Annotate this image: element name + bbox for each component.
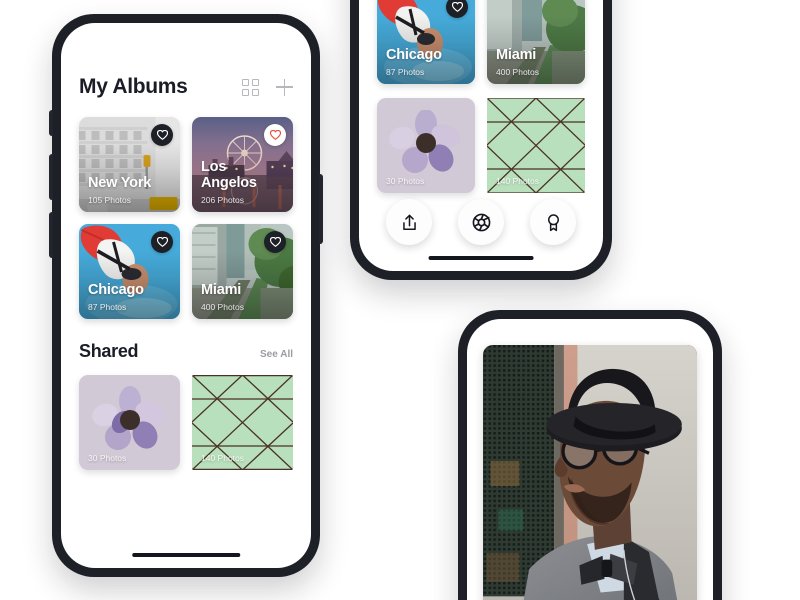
phone-photo-mockup (458, 310, 722, 600)
shared-photo-count: 30 Photos (88, 453, 127, 463)
share-button[interactable] (386, 199, 432, 245)
shared-card-broken[interactable]: 140 Photos (192, 375, 293, 470)
album-photo-count: 87 Photos (88, 302, 127, 312)
phone-albums-mockup: My Albums New York 105 Photos Los Angelo… (49, 14, 323, 577)
volume-up-button[interactable] (49, 154, 53, 200)
flower-photo (389, 109, 461, 173)
award-icon (547, 213, 559, 231)
see-all-link[interactable]: See All (260, 349, 293, 360)
grid-cell (242, 88, 249, 96)
album-title: Chicago (386, 47, 442, 64)
album-title: New York (88, 175, 152, 192)
phone-detail-mockup: Chicago 87 Photos Miami 400 Photos 30 Ph… (350, 0, 612, 280)
album-meta: Miami 400 Photos (201, 282, 284, 312)
grid-cell (242, 78, 249, 86)
volume-down-button[interactable] (49, 212, 53, 258)
power-button[interactable] (319, 174, 323, 244)
album-card-miami[interactable]: Miami 400 Photos (192, 224, 293, 319)
aperture-icon (472, 213, 490, 231)
detail-shared-grid: 30 Photos 140 Photos (359, 84, 603, 193)
heart-icon (156, 130, 168, 140)
album-meta: Chicago 87 Photos (386, 47, 466, 77)
header-actions (242, 78, 293, 96)
album-photo-count: 87 Photos (386, 67, 425, 77)
album-card-los-angelos[interactable]: Los Angelos 206 Photos (192, 117, 293, 212)
share-icon (402, 214, 416, 230)
shared-photo-count: 30 Photos (386, 176, 425, 186)
camera-button[interactable] (458, 199, 504, 245)
detail-album-grid: Chicago 87 Photos Miami 400 Photos (359, 0, 603, 84)
album-card-chicago[interactable]: Chicago 87 Photos (377, 0, 475, 84)
album-photo-count: 105 Photos (88, 195, 132, 205)
album-title: Miami (201, 282, 242, 299)
favorite-button[interactable] (151, 231, 173, 253)
shared-card-flower[interactable]: 30 Photos (377, 98, 475, 193)
photo-screen (467, 319, 713, 600)
silent-switch[interactable] (49, 110, 53, 136)
heart-icon (156, 237, 168, 247)
grid-view-icon[interactable] (242, 78, 259, 96)
flower-photo (91, 385, 165, 450)
album-meta: Los Angelos 206 Photos (201, 159, 284, 205)
canvas: Chicago 87 Photos Miami 400 Photos 30 Ph… (0, 0, 800, 600)
shared-photo-count: 140 Photos (496, 176, 540, 186)
favorite-button[interactable] (264, 124, 286, 146)
favorite-button[interactable] (264, 231, 286, 253)
album-title: Chicago (88, 282, 144, 299)
action-button-row (359, 199, 603, 245)
favorite-button[interactable] (151, 124, 173, 146)
grid-cell (252, 78, 259, 86)
page-title: My Albums (79, 75, 188, 98)
album-title: Los Angelos (201, 159, 257, 192)
albums-screen: My Albums New York 105 Photos Los Angelo… (61, 23, 311, 568)
heart-icon (451, 2, 463, 12)
album-photo-count: 400 Photos (496, 67, 540, 77)
album-photo-count: 400 Photos (201, 302, 245, 312)
album-card-chicago[interactable]: Chicago 87 Photos (79, 224, 180, 319)
home-indicator[interactable] (132, 553, 240, 557)
photo-viewer[interactable] (483, 345, 697, 600)
portrait-photo (483, 345, 697, 600)
shared-photo-count: 140 Photos (201, 453, 245, 463)
shared-card-flower[interactable]: 30 Photos (79, 375, 180, 470)
grid-cell (252, 88, 259, 96)
album-photo-count: 206 Photos (201, 195, 245, 205)
album-meta: Miami 400 Photos (496, 47, 576, 77)
shared-grid: 30 Photos 140 Photos (61, 362, 311, 470)
app-header: My Albums (61, 23, 311, 99)
award-button[interactable] (530, 199, 576, 245)
heart-icon (269, 237, 281, 247)
heart-icon (269, 130, 281, 140)
shared-section-header: Shared See All (61, 319, 311, 362)
album-meta: New York 105 Photos (88, 175, 171, 205)
album-grid: New York 105 Photos Los Angelos 206 Phot… (61, 99, 311, 319)
plus-icon[interactable] (276, 78, 293, 96)
shared-card-broken[interactable]: 140 Photos (487, 98, 585, 193)
section-title: Shared (79, 341, 139, 361)
album-meta: Chicago 87 Photos (88, 282, 171, 312)
detail-screen: Chicago 87 Photos Miami 400 Photos 30 Ph… (359, 0, 603, 271)
home-indicator[interactable] (428, 256, 534, 260)
album-title: Miami (496, 47, 537, 64)
album-card-new-york[interactable]: New York 105 Photos (79, 117, 180, 212)
album-card-miami[interactable]: Miami 400 Photos (487, 0, 585, 84)
